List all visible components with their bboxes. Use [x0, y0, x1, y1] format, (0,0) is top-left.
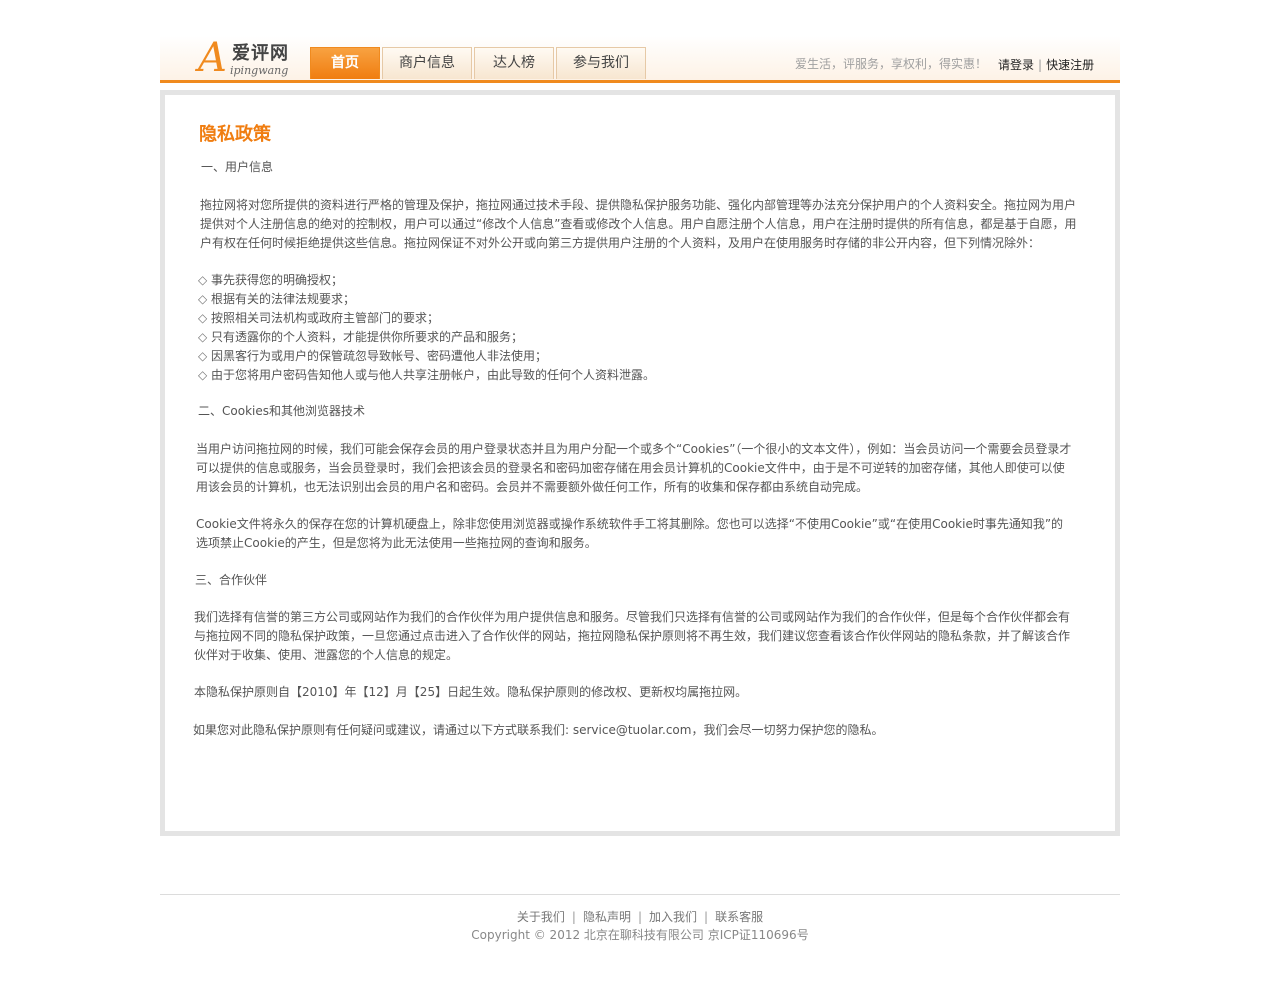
auth-separator: | [1038, 58, 1043, 72]
logo-letter: A [198, 35, 227, 81]
logo-pinyin: ipingwang [230, 64, 289, 77]
list-item: 由于您将用户密码告知他人或与他人共享注册帐户，由此导致的任何个人资料泄露。 [198, 366, 655, 385]
footer-links: 关于我们 | 隐私声明 | 加入我们 | 联系客服 [0, 908, 1280, 925]
header-slogan: 爱生活，评服务，享权利，得实惠！ [795, 57, 988, 71]
register-link[interactable]: 快速注册 [1046, 58, 1094, 72]
section3-paragraph: 我们选择有信誉的第三方公司或网站作为我们的合作伙伴为用户提供信息和服务。尽管我们… [194, 610, 1071, 662]
site-logo[interactable]: A 爱评网 ipingwang [196, 36, 301, 80]
login-link[interactable]: 请登录 [998, 58, 1034, 72]
footer-separator: | [704, 910, 709, 924]
exceptions-list: 事先获得您的明确授权； 根据有关的法律法规要求； 按照相关司法机构或政府主管部门… [198, 271, 655, 385]
list-item: 按照相关司法机构或政府主管部门的要求； [198, 309, 655, 328]
effective-date-text: 本隐私保护原则自【2010】年【12】月【25】日起生效。隐私保护原则的修改权、… [194, 685, 748, 699]
nav-home[interactable]: 首页 [310, 47, 380, 79]
page-title: 隐私政策 [199, 124, 271, 145]
footer-link-privacy[interactable]: 隐私声明 [583, 910, 631, 924]
footer-separator: | [637, 910, 643, 924]
logo-name: 爱评网 [232, 43, 289, 64]
list-item: 事先获得您的明确授权； [198, 271, 655, 290]
section3-heading: 三、合作伙伴 [195, 573, 268, 587]
footer-link-support[interactable]: 联系客服 [715, 910, 763, 924]
section2-paragraph-2: Cookie文件将永久的保存在您的计算机硬盘上，除非您使用浏览器或操作系统软件手… [196, 517, 1064, 550]
footer-separator: | [571, 910, 576, 924]
footer-link-about[interactable]: 关于我们 [517, 910, 565, 924]
copyright-text: Copyright © 2012 北京在聊科技有限公司 京ICP证110696号 [471, 928, 809, 942]
section2-heading: 二、Cookies和其他浏览器技术 [198, 404, 365, 418]
auth-links: 请登录 | 快速注册 [998, 56, 1094, 73]
site-header: A 爱评网 ipingwang 首页 商户信息 达人榜 参与我们 爱生活，评服务… [160, 36, 1120, 83]
section1-paragraph: 拖拉网将对您所提供的资料进行严格的管理及保护，拖拉网通过技术手段、提供隐私保护服… [200, 198, 1077, 250]
contact-text: 如果您对此隐私保护原则有任何疑问或建议，请通过以下方式联系我们: service… [193, 723, 884, 737]
nav-expert-ranking[interactable]: 达人榜 [474, 47, 554, 79]
section1-heading: 一、用户信息 [201, 160, 274, 174]
footer-divider [160, 894, 1120, 895]
footer-link-join[interactable]: 加入我们 [649, 910, 697, 924]
section2-paragraph-1: 当用户访问拖拉网的时候，我们可能会保存会员的用户登录状态并且为用户分配一个或多个… [196, 442, 1072, 494]
nav-merchant-info[interactable]: 商户信息 [382, 47, 472, 79]
nav-join-us[interactable]: 参与我们 [556, 47, 646, 79]
list-item: 因黑客行为或用户的保管疏忽导致帐号、密码遭他人非法使用； [198, 347, 655, 366]
list-item: 只有透露你的个人资料，才能提供你所要求的产品和服务； [198, 328, 655, 347]
list-item: 根据有关的法律法规要求； [198, 290, 655, 309]
